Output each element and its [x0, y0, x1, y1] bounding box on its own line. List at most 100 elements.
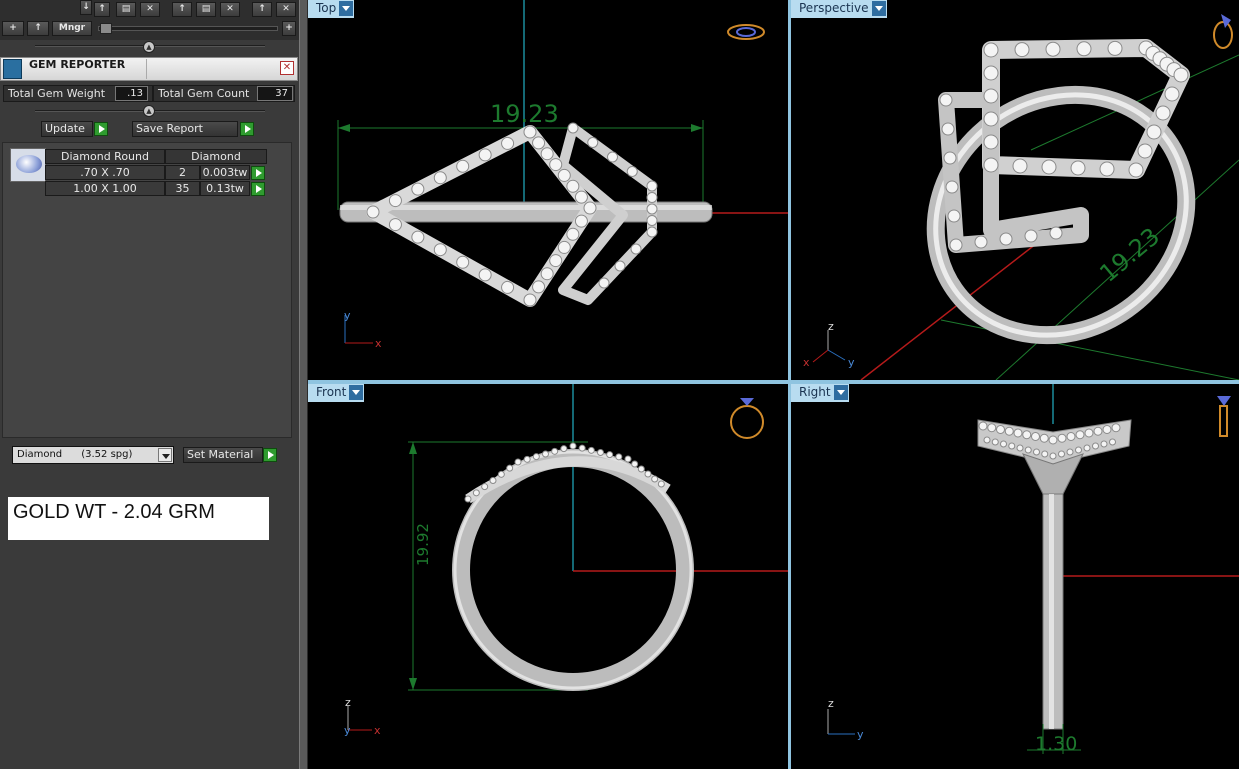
- diamond-stone: [1093, 426, 1103, 436]
- chevron-down-icon[interactable]: [349, 385, 364, 400]
- save-icon[interactable]: ▤: [116, 2, 136, 17]
- viewport-label-top[interactable]: Top: [308, 0, 355, 18]
- total-gem-count-value: 37: [257, 86, 293, 101]
- right-view-canvas: 1.30 z y: [827, 384, 1239, 755]
- diamond-stone: [614, 260, 626, 272]
- delete-icon[interactable]: ✕: [140, 2, 160, 17]
- diamond-stone: [624, 455, 632, 463]
- viewport-label-right[interactable]: Right: [791, 384, 849, 402]
- table-cell-count: 2: [165, 165, 200, 180]
- panel-splitter[interactable]: [299, 0, 307, 769]
- add-right-button[interactable]: +: [282, 21, 296, 36]
- diamond-stone: [630, 243, 642, 255]
- diamond-stone: [646, 226, 658, 238]
- collapse-handle-icon[interactable]: ▲: [143, 41, 155, 53]
- viewport-label-text: Top: [316, 1, 337, 15]
- table-header-material: Diamond: [165, 149, 267, 164]
- diamond-stone: [945, 180, 959, 194]
- diamond-stone: [1092, 442, 1099, 450]
- diamond-stone: [388, 194, 402, 208]
- gem-reporter-header: GEM REPORTER ✕: [0, 57, 298, 81]
- collapse-handle-icon[interactable]: ▲: [143, 105, 155, 117]
- chevron-down-icon[interactable]: [833, 385, 848, 400]
- close-icon[interactable]: ✕: [280, 61, 294, 75]
- diamond-stone: [1070, 160, 1086, 176]
- gold-weight-note: GOLD WT - 2.04 GRM: [8, 497, 269, 540]
- add-button[interactable]: +: [2, 21, 24, 36]
- viewport-label-front[interactable]: Front: [308, 384, 365, 402]
- save-report-go-icon[interactable]: [240, 122, 254, 136]
- diamond-stone: [941, 122, 955, 136]
- diamond-stone: [1016, 444, 1024, 452]
- diamond-stone: [583, 201, 597, 215]
- left-panel: ↓ ↑ ▤ ✕ ↑ ▤ ✕ ↑ ✕ + ↑ Mngr + ▲ GEM REPOR…: [0, 0, 300, 769]
- view-orientation-icon[interactable]: [1213, 21, 1233, 49]
- diamond-stone: [574, 214, 588, 228]
- delete-icon[interactable]: ✕: [276, 2, 296, 17]
- save-report-button[interactable]: Save Report: [132, 121, 238, 137]
- diamond-round-icon[interactable]: [10, 148, 46, 182]
- diamond-stone: [1100, 440, 1108, 448]
- diamond-stone: [1155, 105, 1171, 121]
- set-material-button[interactable]: Set Material: [183, 447, 263, 463]
- set-material-go-icon[interactable]: [263, 448, 277, 462]
- view-orientation-icon[interactable]: [1219, 405, 1228, 437]
- diamond-stone: [1107, 40, 1123, 56]
- toolbar-slider-track[interactable]: [98, 26, 278, 31]
- chevron-down-icon[interactable]: [158, 448, 172, 462]
- material-select[interactable]: Diamond (3.52 spg): [12, 446, 174, 464]
- table-cell-weight: 0.13tw: [200, 181, 250, 196]
- update-button[interactable]: Update: [41, 121, 93, 137]
- diamond-stone: [1013, 428, 1023, 438]
- diamond-stone: [540, 147, 554, 161]
- diamond-stone: [587, 446, 595, 454]
- diamond-stone: [626, 166, 638, 177]
- chevron-down-icon[interactable]: [339, 1, 354, 16]
- viewport-top[interactable]: 19.23 y x Top: [308, 0, 788, 380]
- diamond-stone: [514, 458, 522, 466]
- viewport-front[interactable]: 19.92 z x y Front: [308, 384, 788, 769]
- diamond-stone: [978, 421, 988, 431]
- row-go-icon[interactable]: [251, 182, 265, 196]
- update-go-icon[interactable]: [94, 122, 108, 136]
- viewport-label-perspective[interactable]: Perspective: [791, 0, 887, 18]
- diamond-stone: [542, 450, 549, 458]
- diamond-stone: [987, 423, 997, 433]
- diamond-stone: [1049, 226, 1063, 240]
- chevron-down-icon[interactable]: [871, 1, 886, 16]
- diamond-stone: [532, 136, 546, 150]
- diamond-stone: [1014, 42, 1030, 58]
- axis-label-y: y: [857, 728, 864, 741]
- diamond-stone: [1041, 159, 1057, 175]
- perspective-view-canvas: 19.23 z x y: [803, 14, 1239, 380]
- delete-icon[interactable]: ✕: [220, 2, 240, 17]
- viewport-perspective[interactable]: 19.23 z x y Perspective: [791, 0, 1239, 380]
- diamond-stone: [974, 235, 988, 249]
- viewport-label-text: Right: [799, 385, 831, 399]
- up-icon[interactable]: ↑: [252, 2, 272, 17]
- diamond-stone: [366, 205, 380, 219]
- diamond-stone: [472, 489, 480, 497]
- up-button[interactable]: ↑: [27, 21, 49, 36]
- view-orientation-icon[interactable]: [730, 405, 764, 439]
- diamond-stone: [943, 151, 957, 165]
- toolbar-slider-thumb[interactable]: [100, 23, 112, 34]
- dimension-label: 19.92: [414, 523, 432, 566]
- diamond-stone: [557, 168, 571, 182]
- diamond-stone: [481, 483, 489, 491]
- up-icon[interactable]: ↑: [172, 2, 192, 17]
- row-go-icon[interactable]: [251, 166, 265, 180]
- diamond-stone: [947, 209, 961, 223]
- up-icon[interactable]: ↑: [94, 2, 110, 17]
- diamond-stone: [606, 451, 614, 459]
- diamond-stone: [983, 65, 999, 81]
- diamond-stone: [433, 171, 447, 185]
- save-icon[interactable]: ▤: [196, 2, 216, 17]
- manager-button[interactable]: Mngr: [52, 21, 92, 36]
- viewport-right[interactable]: 1.30 z y Right: [791, 384, 1239, 769]
- toolbar-arrow-icon[interactable]: ↓: [80, 0, 92, 15]
- diamond-stone: [557, 240, 571, 254]
- diamond-stone: [644, 470, 652, 478]
- diamond-stone: [456, 255, 470, 269]
- diamond-stone: [1033, 448, 1040, 456]
